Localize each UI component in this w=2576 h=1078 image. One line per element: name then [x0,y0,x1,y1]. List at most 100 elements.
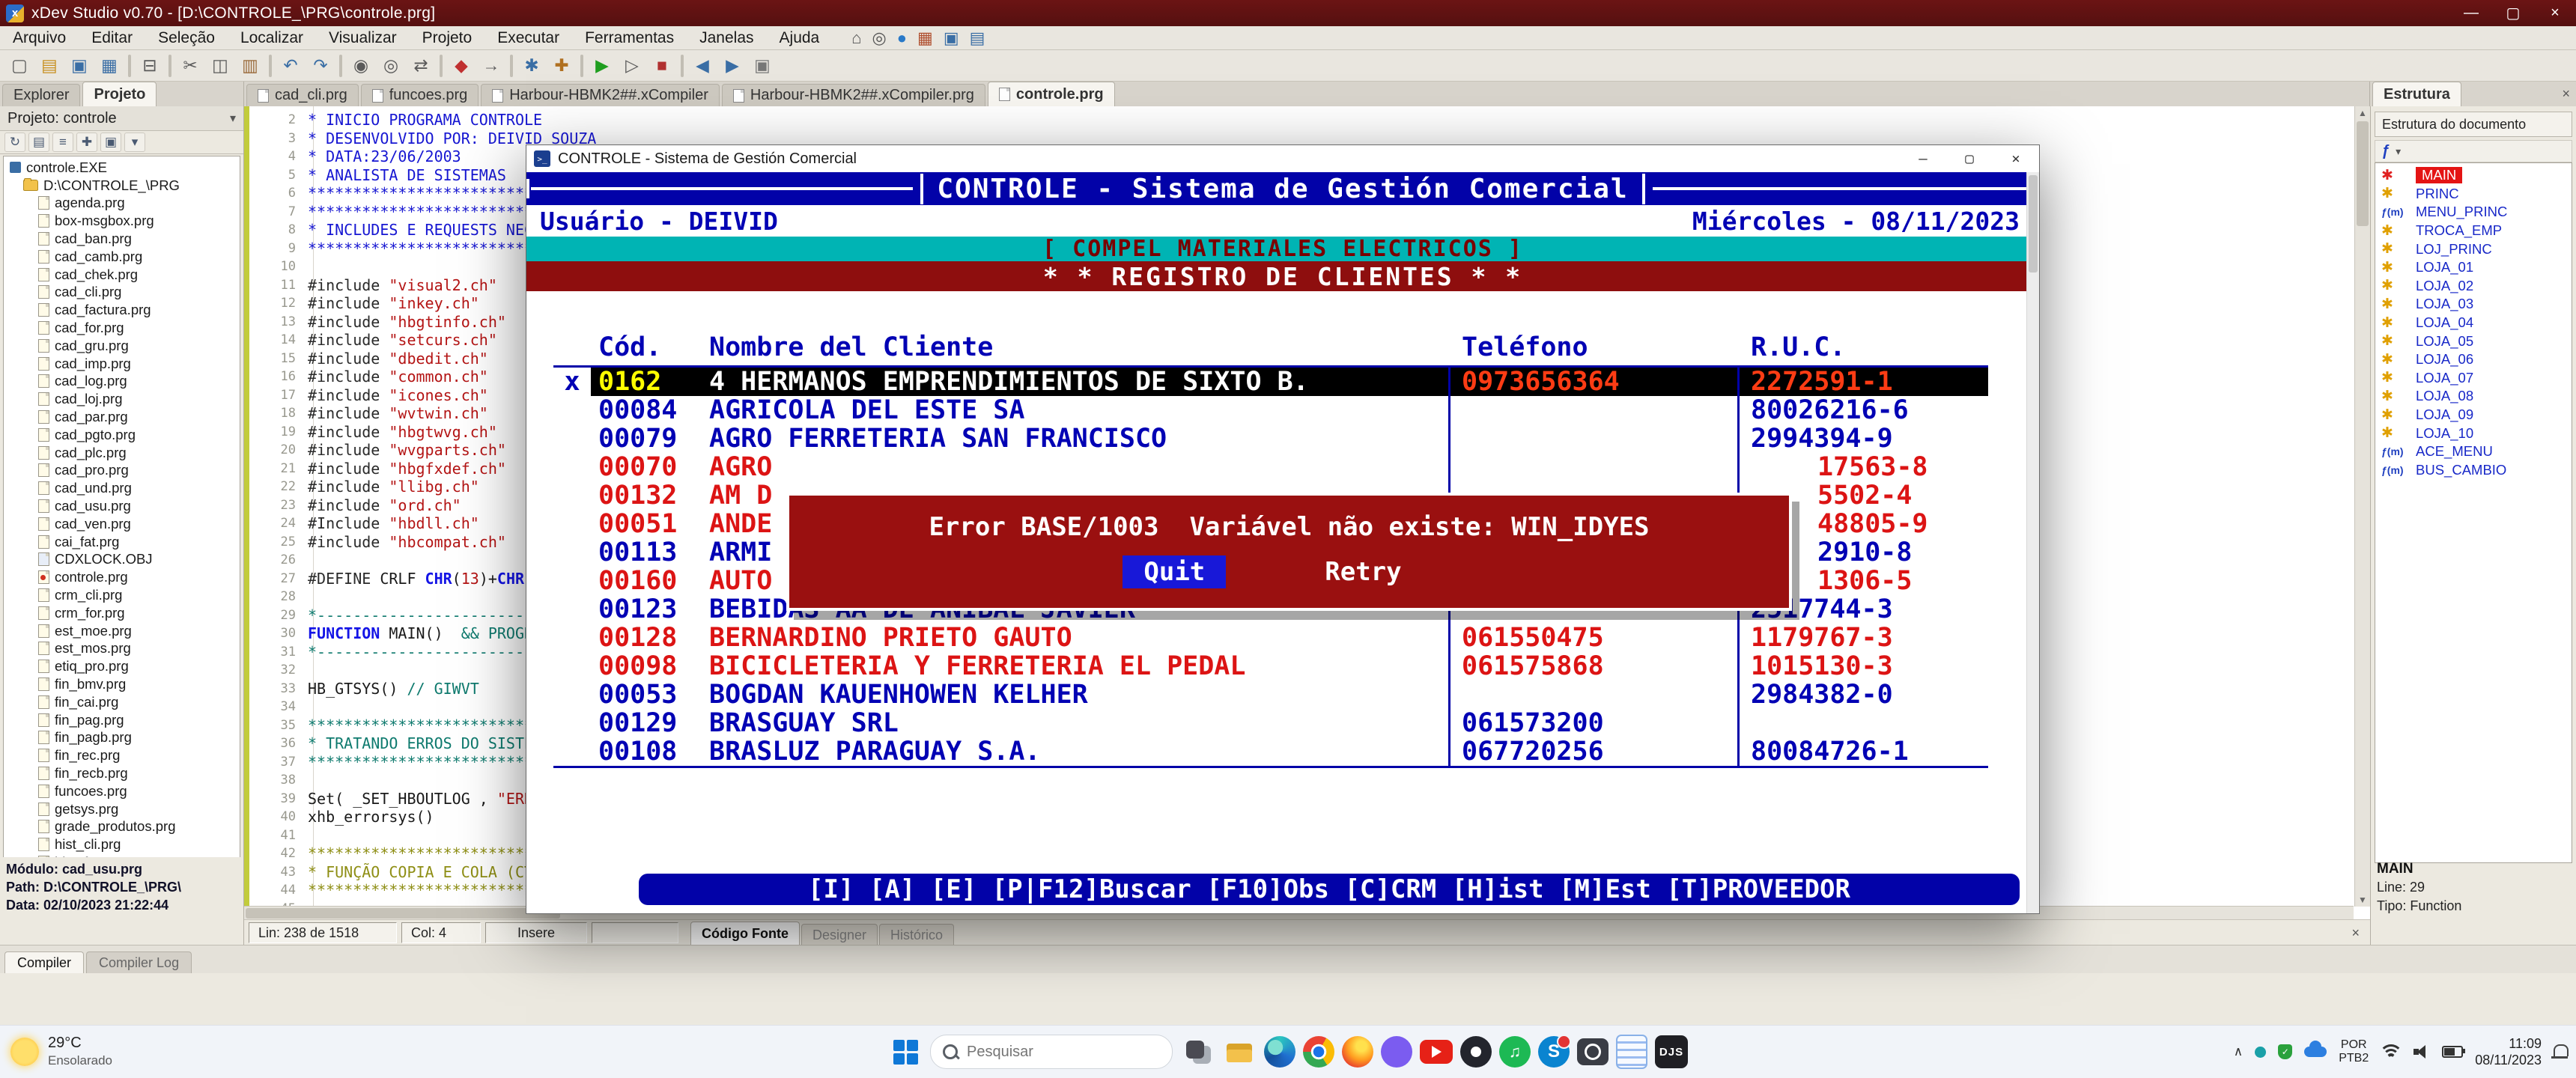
tree-item[interactable]: hist_cli.prg [4,835,240,853]
tree-item[interactable]: cad_chek.prg [4,266,240,284]
task-view-icon[interactable] [1180,1035,1215,1069]
weather-widget[interactable]: 29°C Ensolarado [10,1026,112,1078]
skype-icon[interactable]: S [1538,1036,1570,1068]
stop-icon[interactable]: ■ [647,52,677,79]
tree-item[interactable]: cad_plc.prg [4,444,240,462]
tree-item[interactable]: cad_for.prg [4,319,240,337]
client-row[interactable]: 00084 AGRICOLA DEL ESTE SA 80026216-6 [553,396,1988,424]
structure-item[interactable]: LOJA_01 [2375,258,2572,277]
search-input[interactable] [965,1043,1167,1062]
find-icon[interactable]: ◉ [346,52,376,79]
tree-item[interactable]: box-msgbox.prg [4,212,240,230]
windows-icon[interactable]: ▣ [747,52,777,79]
onedrive-icon[interactable] [2304,1047,2327,1057]
menu-item[interactable]: Localizar [228,26,316,49]
obs-icon[interactable] [1460,1036,1492,1068]
file-tab[interactable]: Harbour-HBMK2##.xCompiler [481,84,720,106]
save-icon[interactable]: ▣ [64,52,94,79]
menu-item[interactable]: Ajuda [767,26,833,49]
editor-view-tab[interactable]: Designer [801,924,878,945]
search-icon[interactable]: ◎ [872,30,887,46]
goto-icon[interactable]: → [476,52,506,79]
notifications-icon[interactable] [2554,1044,2569,1056]
scrollbar-thumb[interactable] [246,908,560,919]
debug-icon[interactable]: ▷ [617,52,647,79]
camera-icon[interactable] [1577,1038,1609,1065]
sort-icon[interactable]: ≡ [52,133,73,152]
tree-item[interactable]: CDXLOCK.OBJ [4,551,240,569]
copy-icon[interactable]: ◫ [205,52,235,79]
console-minimize-button[interactable]: — [1900,145,1946,172]
menu-item[interactable]: Executar [484,26,572,49]
tray-app-icon[interactable] [2255,1047,2266,1058]
tree-item[interactable]: getsys.prg [4,800,240,818]
client-row[interactable]: 00079 AGRO FERRETERIA SAN FRANCISCO 2994… [553,424,1988,453]
notepad-icon[interactable] [1616,1035,1647,1069]
file-tab[interactable]: cad_cli.prg [246,84,359,106]
tree-item[interactable]: est_moe.prg [4,622,240,640]
build-icon[interactable]: ✚ [547,52,577,79]
tree-item[interactable]: crm_for.prg [4,604,240,622]
tree-item[interactable]: etiq_pro.prg [4,657,240,675]
client-row[interactable]: x 0162 4 HERMANOS EMPRENDIMIENTOS DE SIX… [553,368,1988,396]
security-shield-icon[interactable]: ✓ [2278,1044,2292,1059]
menu-item[interactable]: Seleção [145,26,228,49]
project-header[interactable]: Projeto: controle ▾ [0,106,243,131]
tree-item[interactable]: crm_cli.prg [4,586,240,604]
chrome-icon[interactable] [1303,1036,1334,1068]
structure-item[interactable]: LOJA_05 [2375,332,2572,350]
editor-view-tab[interactable]: Histórico [879,924,954,945]
menu-item[interactable]: Projeto [410,26,485,49]
structure-filter[interactable]: ƒ ▾ [2375,140,2572,162]
menu-item[interactable]: Janelas [687,26,766,49]
edge-icon[interactable] [1264,1036,1295,1068]
tree-item[interactable]: cad_imp.prg [4,355,240,373]
collapse-icon[interactable]: ▾ [124,133,145,152]
spotify-icon[interactable]: ♫ [1499,1036,1531,1068]
structure-item[interactable]: LOJA_04 [2375,314,2572,332]
tree-item[interactable]: agenda.prg [4,195,240,213]
structure-item[interactable]: LOJA_09 [2375,406,2572,424]
view-icon[interactable]: ▤ [28,133,49,152]
properties-icon[interactable]: ▣ [100,133,121,152]
djs-icon[interactable]: DJS [1655,1035,1688,1068]
tree-item[interactable]: cad_loj.prg [4,390,240,408]
volume-icon[interactable] [2414,1045,2430,1059]
calendar-icon[interactable]: ▦ [917,30,933,46]
file-tab[interactable]: funcoes.prg [361,84,479,106]
tree-item[interactable]: fin_recb.prg [4,764,240,782]
client-row[interactable]: 00098 BICICLETERIA Y FERRETERIA EL PEDAL… [553,652,1988,680]
home-icon[interactable]: ⌂ [851,30,861,46]
tray-chevron-icon[interactable]: ∧ [2234,1044,2243,1059]
tree-item[interactable]: grade_produtos.prg [4,817,240,835]
structure-item[interactable]: LOJ_PRINC [2375,240,2572,258]
clock[interactable]: 11:09 08/11/2023 [2475,1035,2542,1068]
tree-item[interactable]: cad_usu.prg [4,497,240,515]
tree-item[interactable]: cad_factura.prg [4,301,240,319]
code-line[interactable]: 2 * INICIO PROGRAMA CONTROLE [249,111,2354,130]
compiler-tab[interactable]: Compiler Log [86,951,192,973]
structure-item[interactable]: TROCA_EMP [2375,222,2572,240]
panel-tab[interactable]: Explorer [2,84,80,106]
search-box[interactable] [930,1035,1173,1069]
structure-item[interactable]: LOJA_06 [2375,350,2572,369]
console-title-bar[interactable]: >_ CONTROLE - Sistema de Gestión Comerci… [526,145,2039,173]
open-folder-icon[interactable]: ▤ [34,52,64,79]
vertical-scrollbar[interactable]: ▲ ▼ [2354,106,2370,907]
paste-icon[interactable]: ▥ [235,52,265,79]
tree-item[interactable]: fin_pag.prg [4,711,240,729]
structure-item[interactable]: MAIN [2375,166,2572,185]
tree-item[interactable]: cad_und.prg [4,479,240,497]
structure-item[interactable]: LOJA_02 [2375,277,2572,296]
maximize-button[interactable]: ▢ [2492,0,2534,26]
run-icon[interactable]: ▶ [587,52,617,79]
web-icon[interactable]: ● [897,30,907,46]
monitor-icon[interactable]: ▣ [944,30,959,46]
editor-view-tab[interactable]: Código Fonte [690,922,800,945]
console-maximize-button[interactable]: ▢ [1946,145,1993,172]
panel-close-icon[interactable]: × [2562,86,2570,102]
close-button[interactable]: × [2534,0,2576,26]
close-icon[interactable]: × [2351,925,2366,941]
menu-item[interactable]: Editar [79,26,145,49]
structure-item[interactable]: ACE_MENU [2375,442,2572,461]
